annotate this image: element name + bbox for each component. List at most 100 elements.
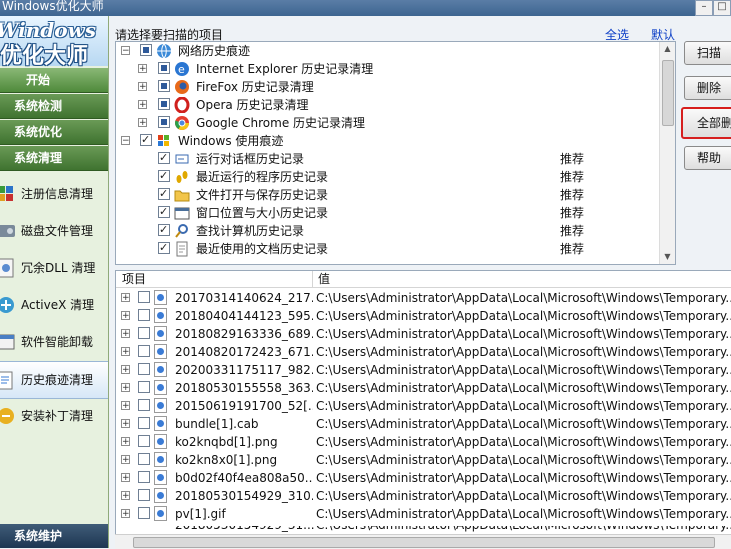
scan-items-tree: − 网络历史痕迹 + e Internet Explorer 历史记录清理 + … [115,41,676,265]
tree-checkbox[interactable] [158,203,170,221]
title-bar: Windows优化大师 – □ [0,0,731,16]
tree-checkbox[interactable] [158,62,170,74]
tree-checkbox[interactable] [158,149,170,167]
scroll-thumb[interactable] [133,537,715,548]
expand-icon[interactable]: + [121,509,130,519]
column-header-item[interactable]: 项目 [122,271,146,287]
table-row[interactable]: +20170314140624_217... C:\Users\Administr… [116,289,731,307]
table-row[interactable]: +20180530154929_310... C:\Users\Administr… [116,487,731,505]
expand-icon[interactable]: + [121,329,130,339]
expand-icon[interactable]: + [121,419,130,429]
tree-item-recent-programs[interactable]: 最近运行的程序历史记录 推荐 [116,167,656,186]
row-checkbox[interactable] [138,345,150,357]
sidebar-category-system-maintenance[interactable]: 系统维护 [0,524,108,548]
table-row[interactable]: + bundle[1].cab C:\Users\Administrator\App… [116,415,731,433]
sidebar-category-system-check[interactable]: 系统检测 [0,94,108,119]
row-checkbox[interactable] [138,471,150,483]
tree-node-web-history[interactable]: − 网络历史痕迹 [116,42,656,60]
row-checkbox[interactable] [138,309,150,321]
expand-icon[interactable]: + [138,64,147,74]
expand-icon[interactable]: + [121,365,130,375]
row-checkbox[interactable] [138,417,150,429]
sidebar-item-registry-clean[interactable]: 注册信息清理 [0,176,108,212]
expand-icon[interactable]: + [121,383,130,393]
row-checkbox[interactable] [138,363,150,375]
minimize-button[interactable]: – [695,0,713,16]
results-list: 项目 值 +20170314140624_217... C:\Users\Admi… [115,270,731,528]
table-row[interactable]: + ko2knqbd[1].png C:\Users\Administrator\A… [116,433,731,451]
sidebar-item-disk-file-manager[interactable]: 磁盘文件管理 [0,213,108,249]
sidebar-category-system-optimize[interactable]: 系统优化 [0,120,108,145]
table-row[interactable]: + b0d02f40f4ea808a50... C:\Users\Administr… [116,469,731,487]
row-checkbox[interactable] [138,327,150,339]
table-row[interactable]: +20140820172423_671... C:\Users\Administr… [116,343,731,361]
expand-icon[interactable]: + [121,347,130,357]
tree-checkbox[interactable] [158,221,170,239]
expand-icon[interactable]: + [121,473,130,483]
tree-node-chrome[interactable]: + Google Chrome 历史记录清理 [116,114,656,132]
scroll-down-icon[interactable]: ▼ [660,250,675,264]
scroll-thumb[interactable] [662,60,674,126]
help-button[interactable]: 帮助 [684,146,731,170]
sidebar-item-patch-clean[interactable]: 安装补丁清理 [0,398,108,434]
row-checkbox[interactable] [138,381,150,393]
row-checkbox[interactable] [138,453,150,465]
table-row[interactable]: +20200331175117_982... C:\Users\Administr… [116,361,731,379]
tree-node-opera[interactable]: + Opera 历史记录清理 [116,96,656,114]
results-horizontal-scrollbar[interactable] [115,534,731,549]
expand-icon[interactable]: + [121,311,130,321]
tree-item-find-computer[interactable]: 查找计算机历史记录 推荐 [116,221,656,240]
row-checkbox[interactable] [138,291,150,303]
table-row[interactable]: + pv[1].gif C:\Users\Administrator\AppData… [116,505,731,523]
scroll-up-icon[interactable]: ▲ [660,42,675,56]
row-checkbox[interactable] [138,489,150,501]
expand-icon[interactable]: + [138,100,147,110]
sidebar-item-dll-clean[interactable]: 冗余DLL 清理 [0,250,108,286]
tree-checkbox[interactable] [158,116,170,128]
tree-item-window-position[interactable]: 窗口位置与大小历史记录 推荐 [116,203,656,222]
expand-icon[interactable]: + [121,437,130,447]
table-row[interactable]: +20180829163336_689... C:\Users\Administr… [116,325,731,343]
tree-scrollbar[interactable]: ▲ ▼ [659,42,675,264]
tree-checkbox[interactable] [158,98,170,110]
expand-icon[interactable]: + [121,293,130,303]
collapse-icon[interactable]: − [121,136,130,146]
expand-icon[interactable]: + [138,118,147,128]
table-row[interactable]: + ko2kn8x0[1].png C:\Users\Administrator\A… [116,451,731,469]
tree-node-ie[interactable]: + e Internet Explorer 历史记录清理 [116,60,656,78]
tree-checkbox[interactable] [158,80,170,92]
table-row[interactable]: +20150619191700_52[... C:\Users\Administr… [116,397,731,415]
tree-item-run-dialog-history[interactable]: 运行对话框历史记录 推荐 [116,149,656,168]
row-checkbox[interactable] [138,399,150,411]
row-checkbox[interactable] [138,435,150,447]
expand-icon[interactable]: + [121,455,130,465]
scan-button[interactable]: 扫描 [684,41,731,65]
tree-checkbox[interactable] [158,239,170,257]
tree-checkbox[interactable] [140,131,152,149]
sidebar-item-history-clean[interactable]: 历史痕迹清理 [0,361,108,399]
column-header-value[interactable]: 值 [318,271,330,287]
tree-node-windows-usage[interactable]: − Windows 使用痕迹 [116,131,656,150]
row-checkbox[interactable] [138,507,150,519]
expand-icon[interactable]: + [138,82,147,92]
tree-item-file-open-save[interactable]: 文件打开与保存历史记录 推荐 [116,185,656,204]
table-row[interactable]: +20180530155558_363... C:\Users\Administr… [116,379,731,397]
expand-icon[interactable]: + [121,401,130,411]
maximize-button[interactable]: □ [713,0,731,16]
file-icon [154,326,167,341]
table-row[interactable]: +20180404144123_595... C:\Users\Administr… [116,307,731,325]
sidebar-category-start[interactable]: 开始 [0,68,108,93]
tree-item-recent-docs[interactable]: 最近使用的文档历史记录 推荐 [116,239,656,258]
sidebar-item-activex-clean[interactable]: ActiveX 清理 [0,287,108,323]
tree-node-firefox[interactable]: + FireFox 历史记录清理 [116,78,656,96]
delete-all-button[interactable]: 全部删除 [681,107,731,139]
sidebar-category-system-clean[interactable]: 系统清理 [0,146,108,171]
sidebar-item-software-uninstall[interactable]: 软件智能卸载 [0,324,108,360]
svg-text:e: e [178,63,185,76]
tree-checkbox[interactable] [140,44,152,56]
tree-checkbox[interactable] [158,167,170,185]
expand-icon[interactable]: + [121,491,130,501]
collapse-icon[interactable]: − [121,46,130,56]
tree-checkbox[interactable] [158,185,170,203]
delete-button[interactable]: 删除 [684,76,731,100]
